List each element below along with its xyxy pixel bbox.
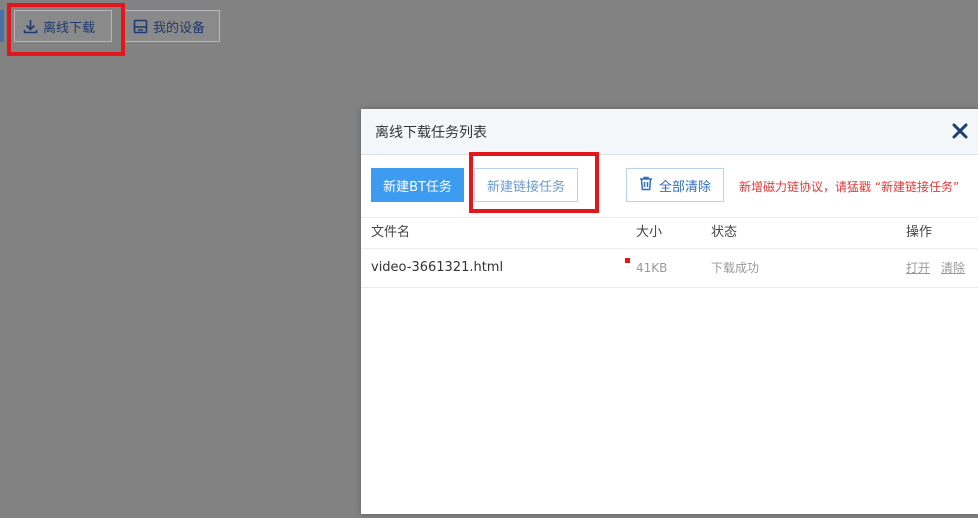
new-link-task-button[interactable]: 新建链接任务 [474, 168, 578, 202]
file-size: 41KB [636, 261, 668, 275]
file-name: video-3661321.html [371, 260, 504, 275]
column-status: 状态 [711, 225, 738, 240]
my-devices-button[interactable]: 我的设备 [124, 10, 220, 42]
device-icon [133, 19, 148, 34]
file-status: 下载成功 [711, 261, 760, 275]
modal-header: 离线下载任务列表 [361, 109, 978, 155]
modal-toolbar: 新建BT任务 新建链接任务 全部清除 新增磁力链协议，请猛戳 “新建链接任务” [361, 155, 978, 218]
open-link[interactable]: 打开 [906, 249, 930, 287]
left-edge-strip [0, 10, 4, 42]
modal-title: 离线下载任务列表 [375, 124, 487, 141]
clear-link[interactable]: 清除 [941, 249, 965, 287]
table-row: video-3661321.html 41KB 下载成功 打开 清除 [361, 249, 978, 288]
clear-all-label: 全部清除 [658, 179, 711, 195]
marker-dot [625, 258, 630, 263]
offline-download-button[interactable]: 离线下载 [14, 10, 112, 42]
table-header: 文件名 大小 状态 操作 [361, 218, 978, 249]
offline-download-modal: 离线下载任务列表 新建BT任务 新建链接任务 全部清除 新增磁力链协议，请猛戳 … [361, 109, 978, 514]
column-size: 大小 [636, 225, 663, 240]
column-actions: 操作 [906, 225, 933, 240]
magnet-hint-text: 新增磁力链协议，请猛戳 “新建链接任务” [739, 180, 960, 194]
new-bt-task-button[interactable]: 新建BT任务 [371, 168, 464, 202]
download-icon [23, 19, 38, 34]
my-devices-label: 我的设备 [153, 20, 206, 36]
close-icon[interactable] [951, 122, 969, 140]
clear-all-button[interactable]: 全部清除 [626, 168, 724, 202]
offline-download-label: 离线下载 [43, 20, 96, 36]
trash-icon [639, 176, 653, 195]
column-filename: 文件名 [371, 225, 411, 240]
